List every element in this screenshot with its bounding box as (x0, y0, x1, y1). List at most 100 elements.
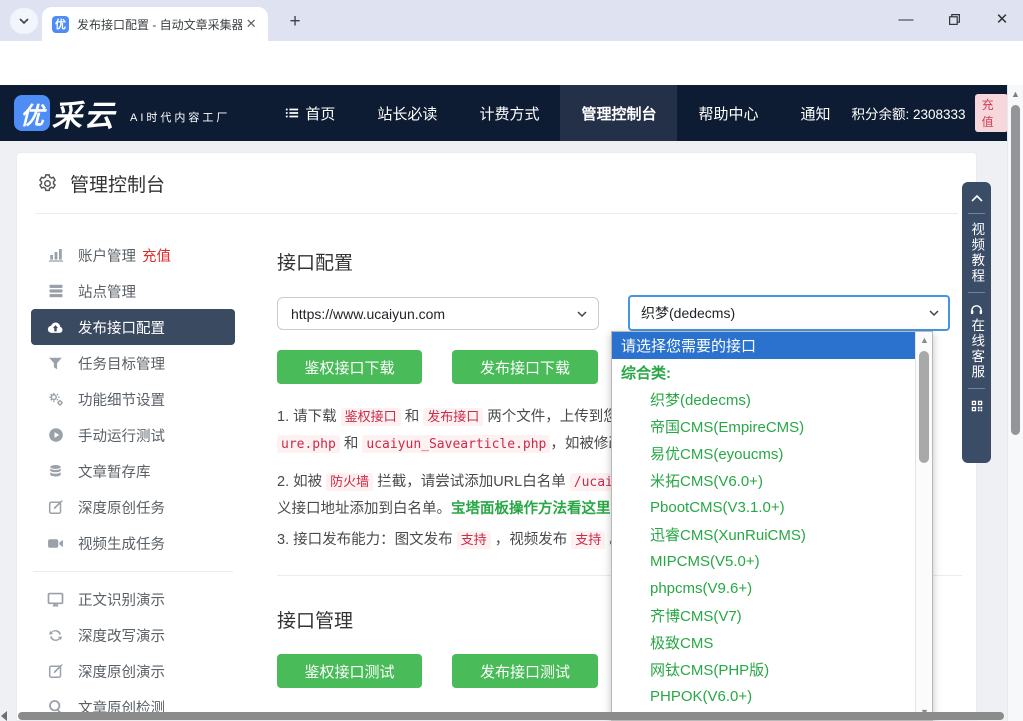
dropdown-option[interactable]: 易优CMS(eyoucms) (612, 440, 915, 467)
site-logo[interactable]: 优 采云 AI时代内容工厂 (14, 91, 230, 135)
text-segment: 1. 请下载 (277, 409, 341, 425)
dropdown-option[interactable]: PbootCMS(V3.1.0+) (612, 494, 915, 521)
sidebar-item[interactable]: 文章暂存库 (31, 453, 235, 489)
browser-tab-strip: 优 发布接口配置 - 自动文章采集器 ✕ + — ✕ (0, 0, 1023, 41)
nav-item-3[interactable]: 计费方式 (458, 85, 560, 141)
video-tutorial-link[interactable]: 视频教程 (970, 222, 984, 284)
code-chip: 发布接口 (423, 408, 483, 426)
dropdown-option[interactable]: 织梦(dedecms) (612, 386, 915, 413)
new-tab-button[interactable]: + (282, 9, 308, 35)
sidebar-item[interactable]: 功能细节设置 (31, 381, 235, 417)
sidebar-item[interactable]: 视频生成任务 (31, 525, 235, 561)
sidebar-item[interactable]: 账户管理充值 (31, 237, 235, 273)
nav-item-label: 管理控制台 (581, 103, 656, 124)
sidebar-item[interactable]: 发布接口配置 (31, 309, 235, 345)
sidebar-item-label: 任务目标管理 (78, 353, 165, 374)
server-icon (47, 283, 64, 300)
tab-search-button[interactable] (10, 8, 38, 34)
nav-item-1[interactable]: 首页 (264, 85, 356, 141)
dropdown-option[interactable]: 请选择您需要的接口 (612, 332, 915, 359)
sidebar-item[interactable]: 任务目标管理 (31, 345, 235, 381)
credits-balance: 积分余额: 2308333 (852, 103, 966, 123)
dropdown-option[interactable]: 网钛CMS(PHP版) (612, 656, 915, 683)
text-segment: 2. 如被 (277, 474, 326, 490)
dropdown-option[interactable]: 帝国CMS(EmpireCMS) (612, 413, 915, 440)
download-publish-button[interactable]: 发布接口下载 (452, 350, 598, 384)
cms-dropdown-list: 请选择您需要的接口综合类:织梦(dedecms)帝国CMS(EmpireCMS)… (611, 331, 933, 721)
nav-item-6[interactable]: 通知 (779, 85, 851, 141)
video-icon (47, 535, 64, 552)
qr-code-icon[interactable] (970, 399, 984, 413)
browser-toolbar: ucaiyun.com/caiji/api/ 井 ⋮ (0, 41, 1023, 85)
sidebar-item[interactable]: 深度原创任务 (31, 489, 235, 525)
horizontal-scroll-thumb[interactable] (18, 712, 1004, 720)
scroll-left-icon[interactable] (1, 711, 7, 721)
window-controls: — ✕ (891, 4, 1017, 34)
sidebar-item-label: 账户管理 (78, 245, 136, 266)
chevron-up-icon (970, 193, 984, 203)
recharge-button[interactable]: 充值 (975, 94, 1008, 132)
sidebar-item[interactable]: 深度原创演示 (31, 653, 235, 689)
dropdown-option[interactable]: MIPCMS(V5.0+) (612, 548, 915, 575)
nav-item-4[interactable]: 管理控制台 (560, 85, 677, 141)
dropdown-option[interactable]: phpcms(V9.6+) (612, 575, 915, 602)
vertical-scrollbar[interactable]: ▲ (1007, 85, 1023, 721)
site-select[interactable]: https://www.ucaiyun.com (277, 297, 599, 330)
sidebar-item-label: 深度原创任务 (78, 497, 165, 518)
browser-window: 优 发布接口配置 - 自动文章采集器 ✕ + — ✕ ucaiyun.com/c… (0, 0, 1023, 721)
gears-icon (47, 391, 64, 408)
dropdown-scrollbar[interactable]: ▲ ▼ (915, 332, 932, 720)
sidebar-item-label: 深度原创演示 (78, 661, 165, 682)
vertical-scroll-thumb[interactable] (1011, 105, 1020, 435)
dropdown-option[interactable]: 综合类: (612, 359, 915, 386)
sidebar-item-label: 正文识别演示 (78, 589, 165, 610)
logo-name: 采云 (52, 91, 116, 135)
sidebar-item[interactable]: 站点管理 (31, 273, 235, 309)
page-content: 管理控制台 账户管理充值站点管理发布接口配置任务目标管理功能细节设置手动运行测试… (0, 141, 1007, 721)
logo-badge: 优 (14, 95, 50, 131)
dropdown-option[interactable]: 极致CMS (612, 629, 915, 656)
download-auth-button[interactable]: 鉴权接口下载 (277, 350, 422, 384)
cms-select[interactable]: 织梦(dedecms) (628, 295, 950, 331)
nav-item-label: 首页 (305, 103, 335, 124)
minimize-button[interactable]: — (891, 4, 921, 34)
online-service-link[interactable]: 在线客服 (970, 318, 984, 380)
section-manage-title: 接口管理 (277, 606, 353, 633)
restore-button[interactable] (939, 4, 969, 34)
baota-guide-link[interactable]: 宝塔面板操作方法看这里 (451, 501, 611, 517)
dropdown-option[interactable]: 米拓CMS(V6.0+) (612, 467, 915, 494)
code-chip: ucaiyun_Savearticle.php (362, 435, 550, 453)
dropdown-scroll-thumb[interactable] (919, 351, 929, 463)
divider (968, 292, 985, 293)
refresh-icon (47, 627, 64, 644)
monitor-icon (47, 591, 64, 608)
scroll-up-icon[interactable]: ▲ (1008, 89, 1023, 99)
test-auth-button[interactable]: 鉴权接口测试 (277, 654, 422, 688)
back-to-top-button[interactable] (970, 193, 984, 203)
dropdown-option[interactable]: 迅睿CMS(XunRuiCMS) (612, 521, 915, 548)
database-icon (47, 463, 64, 480)
gear-icon (37, 173, 58, 194)
sidebar-item[interactable]: 深度改写演示 (31, 617, 235, 653)
close-button[interactable]: ✕ (987, 4, 1017, 34)
logo-tagline: AI时代内容工厂 (130, 109, 230, 125)
headset-icon[interactable] (969, 303, 984, 316)
nav-item-5[interactable]: 帮助中心 (677, 85, 779, 141)
sidebar-item[interactable]: 手动运行测试 (31, 417, 235, 453)
sidebar-item-label: 发布接口配置 (78, 317, 165, 338)
tab-close-icon[interactable]: ✕ (242, 15, 260, 33)
horizontal-scrollbar[interactable] (0, 711, 1007, 721)
site-header: 优 采云 AI时代内容工厂 首页站长必读计费方式管理控制台帮助中心通知 积分余额… (0, 85, 1023, 141)
sidebar: 账户管理充值站点管理发布接口配置任务目标管理功能细节设置手动运行测试文章暂存库深… (31, 237, 235, 721)
sidebar-item[interactable]: 正文识别演示 (31, 581, 235, 617)
recharge-badge[interactable]: 充值 (142, 245, 171, 266)
menu-list-icon (285, 106, 299, 120)
test-publish-button[interactable]: 发布接口测试 (452, 654, 598, 688)
nav-item-2[interactable]: 站长必读 (356, 85, 458, 141)
dropdown-option[interactable]: 齐博CMS(V7) (612, 602, 915, 629)
scroll-up-icon[interactable]: ▲ (916, 335, 933, 345)
dropdown-option[interactable]: PHPOK(V6.0+) (612, 683, 915, 710)
cloud-upload-icon (47, 319, 64, 336)
text-segment: 3. 接口发布能力：图文发布 (277, 532, 457, 548)
browser-tab[interactable]: 优 发布接口配置 - 自动文章采集器 ✕ (42, 7, 268, 41)
